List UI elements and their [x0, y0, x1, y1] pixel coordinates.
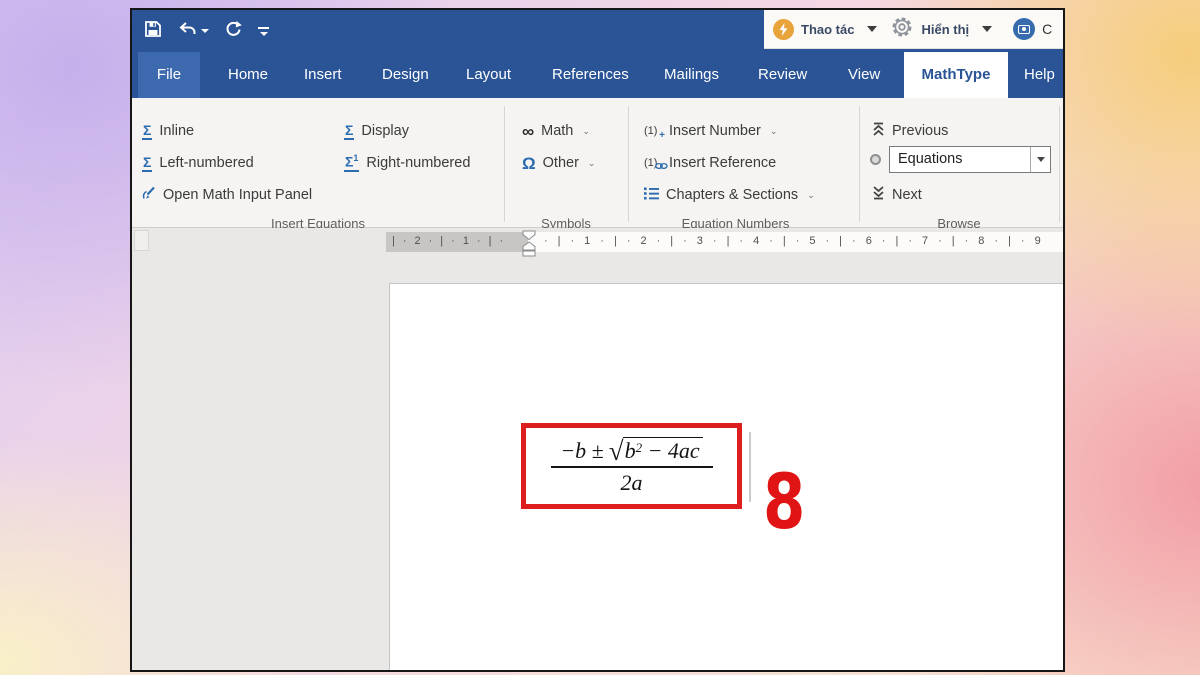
ribbon-tab-bar: File Home Insert Design Layout Reference…	[132, 52, 1063, 98]
chevron-down-icon: ⌄	[770, 126, 778, 137]
insert-number-button[interactable]: (1)+ Insert Number ⌄	[644, 118, 777, 144]
undo-icon	[178, 21, 197, 41]
inline-label: Inline	[159, 123, 194, 139]
word-window: Thao tác Hiển thị C File Home Insert Des…	[130, 8, 1065, 672]
browse-next-button[interactable]: Next	[872, 182, 922, 208]
browse-previous-button[interactable]: Previous	[872, 118, 948, 144]
display-equation-button[interactable]: Σ Display	[344, 118, 409, 144]
inline-equation-button[interactable]: Σ Inline	[142, 118, 194, 144]
pen-icon	[142, 186, 156, 204]
equation-object[interactable]: −b ± √ b2 − 4ac 2a	[521, 423, 742, 509]
chapters-sections-label: Chapters & Sections	[666, 187, 798, 203]
tab-stop-selector[interactable]	[134, 230, 149, 251]
tab-review[interactable]: Review	[758, 52, 807, 98]
other-label: Other	[543, 155, 579, 171]
right-numbered-label: Right-numbered	[366, 155, 470, 171]
tab-insert[interactable]: Insert	[304, 52, 342, 98]
tab-mailings[interactable]: Mailings	[664, 52, 719, 98]
undo-button[interactable]	[178, 21, 209, 41]
undo-dropdown-caret[interactable]	[201, 29, 209, 33]
mathtype-ribbon: Σ Inline Σ Display Σ Left-numbered Σ1 Ri…	[132, 98, 1063, 228]
radical-sign: √	[609, 440, 624, 462]
overlay-extra-letter: C	[1042, 21, 1052, 37]
right-numbered-equation-button[interactable]: Σ1 Right-numbered	[344, 150, 470, 176]
left-numbered-label: Left-numbered	[159, 155, 253, 171]
chevron-down-icon: ⌄	[588, 158, 596, 169]
group-separator	[1059, 106, 1060, 222]
customize-quick-access-button[interactable]	[258, 27, 269, 36]
open-math-input-panel-button[interactable]: Open Math Input Panel	[142, 182, 312, 208]
sigma-inline-icon: Σ	[142, 123, 152, 140]
open-math-input-panel-label: Open Math Input Panel	[163, 187, 312, 203]
group-separator	[628, 106, 629, 222]
text-cursor	[749, 432, 751, 502]
double-chevron-down-icon	[872, 186, 885, 204]
math-symbols-button[interactable]: ∞ Math ⌄	[522, 118, 590, 144]
quick-access-toolbar	[144, 10, 269, 52]
tab-home[interactable]: Home	[228, 52, 268, 98]
sigma-left-numbered-icon: Σ	[142, 155, 152, 172]
browse-combobox[interactable]: Equations	[889, 146, 1051, 173]
action-menu-caret[interactable]	[867, 26, 877, 32]
customize-caret-icon	[260, 32, 268, 36]
insert-reference-icon: (1)	[644, 157, 662, 169]
action-menu-label[interactable]: Thao tác	[801, 22, 854, 37]
lightning-badge[interactable]	[773, 19, 794, 40]
redo-icon	[225, 20, 242, 42]
indent-markers[interactable]	[521, 230, 537, 262]
chevron-down-icon: ⌄	[582, 126, 590, 137]
capture-tool-overlay: Thao tác Hiển thị C	[764, 10, 1063, 49]
sigma-display-icon: Σ	[344, 123, 354, 140]
double-chevron-up-icon	[872, 122, 885, 140]
list-icon	[644, 187, 659, 204]
equation-numerator: −b ± √ b2 − 4ac	[560, 437, 702, 462]
save-button[interactable]	[144, 20, 162, 43]
red-annotation-number: 8	[763, 464, 805, 540]
insert-reference-button[interactable]: (1) Insert Reference	[644, 150, 776, 176]
tab-help[interactable]: Help	[1024, 52, 1055, 98]
left-numbered-equation-button[interactable]: Σ Left-numbered	[142, 150, 254, 176]
gear-icon[interactable]	[890, 15, 914, 44]
chevron-down-icon	[1037, 157, 1045, 162]
ruler-margin-segment[interactable]: |·2·|·1·|·	[386, 232, 528, 252]
insert-reference-label: Insert Reference	[669, 155, 776, 171]
group-separator	[859, 106, 860, 222]
equation-denominator: 2a	[621, 471, 643, 495]
tab-mathtype[interactable]: MathType	[904, 52, 1008, 98]
insert-number-label: Insert Number	[669, 123, 761, 139]
display-menu-label[interactable]: Hiển thị	[921, 22, 969, 37]
insert-number-icon: (1)+	[644, 125, 662, 137]
display-menu-caret[interactable]	[982, 26, 992, 32]
next-label: Next	[892, 187, 922, 203]
camera-icon	[1018, 25, 1030, 34]
display-label: Display	[361, 123, 409, 139]
tab-design[interactable]: Design	[382, 52, 429, 98]
tab-view[interactable]: View	[848, 52, 880, 98]
customize-quick-access-icon	[258, 27, 269, 29]
chevron-down-icon: ⌄	[807, 190, 815, 201]
tab-layout[interactable]: Layout	[466, 52, 511, 98]
previous-label: Previous	[892, 123, 948, 139]
browse-combobox-value: Equations	[890, 147, 1030, 172]
browse-combobox-dropdown[interactable]	[1030, 147, 1050, 172]
camera-badge[interactable]	[1013, 18, 1035, 40]
save-icon	[144, 20, 162, 43]
group-separator	[504, 106, 505, 222]
title-bar: Thao tác Hiển thị C	[132, 10, 1063, 52]
sigma-right-numbered-icon: Σ1	[344, 154, 359, 172]
lightning-icon	[778, 23, 789, 36]
tab-file[interactable]: File	[138, 52, 200, 98]
other-symbols-button[interactable]: Ω Other ⌄	[522, 150, 595, 176]
math-label: Math	[541, 123, 573, 139]
redo-button[interactable]	[225, 20, 242, 42]
chapters-sections-button[interactable]: Chapters & Sections ⌄	[644, 182, 815, 208]
tab-references[interactable]: References	[552, 52, 629, 98]
fraction-bar	[551, 466, 713, 468]
ruler-page-segment[interactable]: ·|·1·|·2·|·3·|·4·|·5·|·6·|·7·|·8·|·9	[528, 232, 1063, 252]
omega-icon: Ω	[522, 155, 536, 172]
document-area: |·2·|·1·|· ·|·1·|·2·|·3·|·4·|·5·|·6·|·7·…	[132, 228, 1063, 670]
infinity-icon: ∞	[522, 123, 534, 140]
browse-target-icon	[870, 154, 881, 165]
